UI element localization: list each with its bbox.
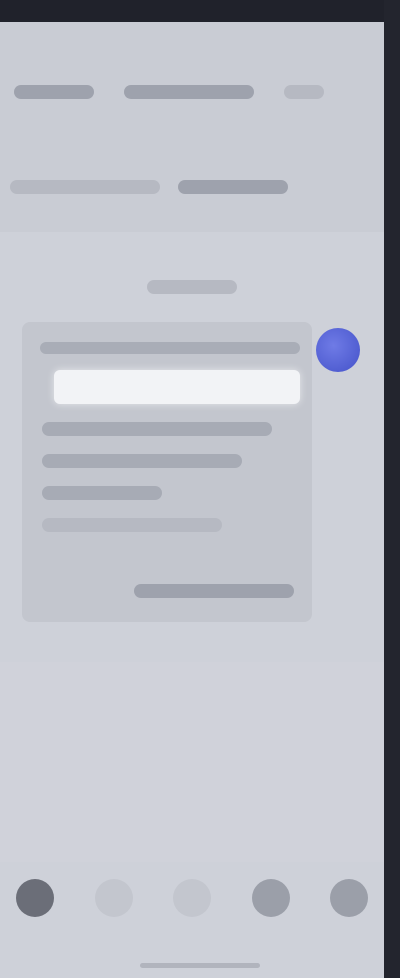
device-top-bezel <box>0 0 400 22</box>
lower-content-area <box>0 662 384 862</box>
caption-text <box>147 280 237 294</box>
home-indicator[interactable] <box>140 963 260 968</box>
bottom-bar <box>0 858 384 938</box>
card-title <box>40 342 300 354</box>
left-icon[interactable] <box>16 879 54 917</box>
app-screen <box>0 22 384 978</box>
card-footer <box>134 584 294 598</box>
header <box>0 22 384 232</box>
tab-icon[interactable] <box>94 879 133 917</box>
header-row-1 <box>0 62 384 122</box>
header-row-1-item[interactable] <box>124 85 254 99</box>
header-row-1-item[interactable] <box>284 85 324 99</box>
card-line <box>42 454 242 468</box>
content-card <box>22 322 312 622</box>
card-line <box>42 486 162 500</box>
header-row-2 <box>0 152 384 222</box>
dot-icon[interactable] <box>173 879 211 917</box>
header-row-2-item <box>178 180 288 194</box>
header-row-1-item[interactable] <box>14 85 94 99</box>
avatar[interactable] <box>316 328 360 372</box>
caption <box>0 272 384 302</box>
card-input[interactable] <box>54 370 300 404</box>
card-line <box>42 422 272 436</box>
card-line <box>42 518 222 532</box>
menu-icon[interactable] <box>330 879 368 917</box>
square-icon[interactable] <box>251 879 290 917</box>
header-row-2-item <box>10 180 160 194</box>
device-right-bezel <box>384 0 400 978</box>
